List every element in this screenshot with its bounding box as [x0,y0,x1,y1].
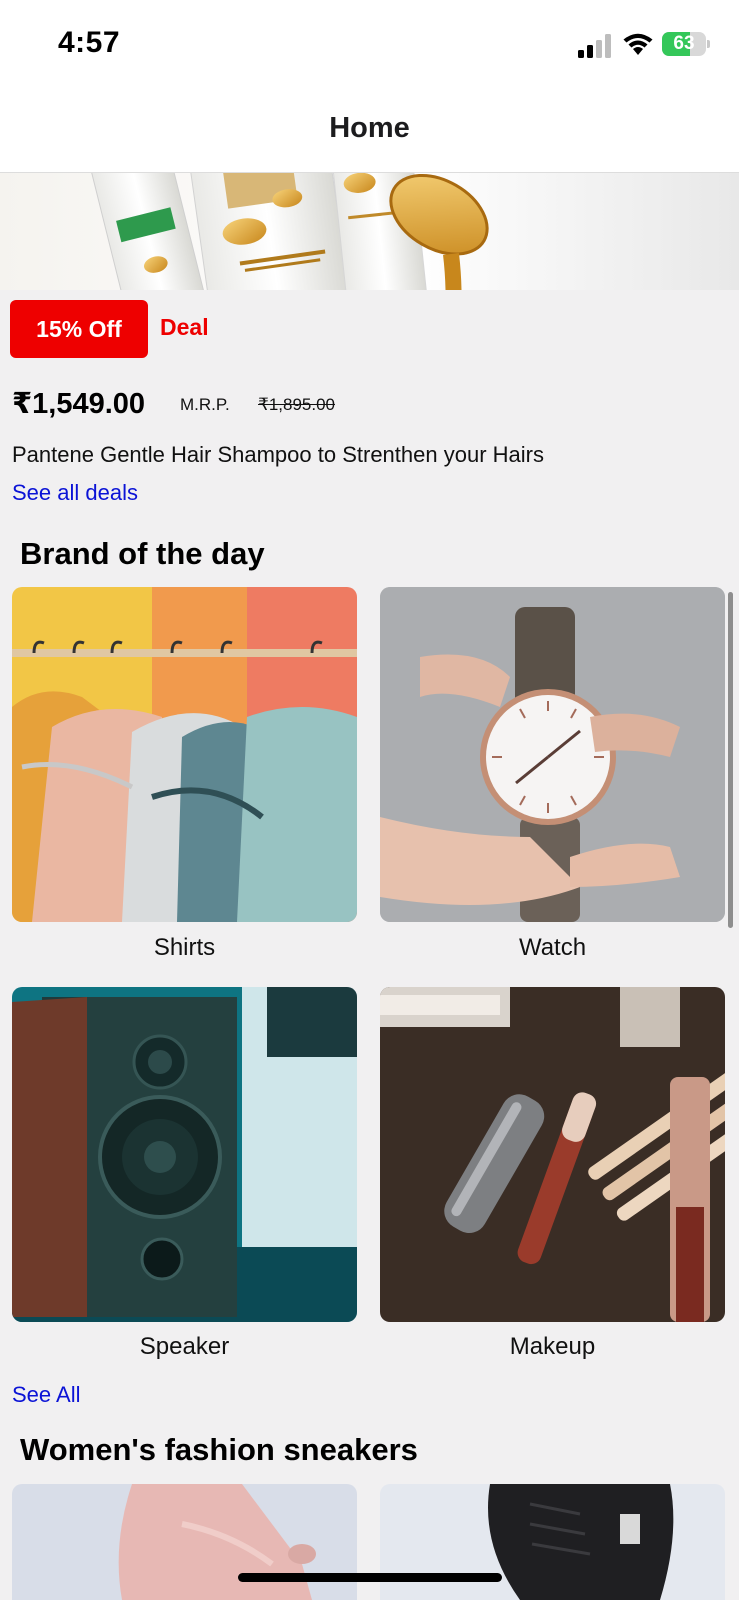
mrp-label: M.R.P. [180,395,230,414]
shirts-image [12,587,357,922]
see-all-brands-link[interactable]: See All [12,1382,81,1408]
deal-price: ₹1,549.00 [12,388,146,420]
discount-badge: 15% Off [10,300,148,358]
brand-tile-label: Speaker [139,1333,230,1360]
mrp-value: ₹1,895.00 [258,395,335,414]
makeup-image [380,987,725,1322]
home-indicator[interactable] [238,1573,502,1582]
battery-level: 63 [673,33,695,54]
speaker-image [12,987,357,1322]
sneaker-tile-black[interactable] [380,1484,725,1600]
wifi-icon [623,33,653,55]
black-sneaker-image [380,1484,725,1600]
status-bar: 4:57 63 [0,0,739,92]
deal-label: Deal [160,314,209,340]
watch-image [380,587,725,922]
sneaker-tile-pink[interactable] [12,1484,357,1600]
scroll-indicator[interactable] [728,592,733,928]
brand-tile-watch[interactable] [380,587,725,922]
deal-product-title[interactable]: Pantene Gentle Hair Shampoo to Strenthen… [12,442,544,468]
brand-of-day-heading: Brand of the day [20,536,265,571]
navigation-bar: Home [0,92,739,173]
see-all-deals-link[interactable]: See all deals [12,480,138,506]
deal-banner-image[interactable] [0,173,739,290]
brand-tile-label: Makeup [509,1333,596,1360]
status-time: 4:57 [58,26,121,59]
sneakers-heading: Women's fashion sneakers [20,1432,418,1467]
battery-icon: 63 [662,32,710,56]
brand-tile-label: Watch [518,934,587,961]
shampoo-bottles-image [89,173,489,290]
pink-sneaker-image [12,1484,357,1600]
brand-tile-makeup[interactable] [380,987,725,1322]
brand-tile-label: Shirts [153,934,216,961]
brand-tile-shirts[interactable] [12,587,357,922]
brand-tile-speaker[interactable] [12,987,357,1322]
cellular-signal-icon [578,34,611,58]
page-title: Home [329,112,410,144]
